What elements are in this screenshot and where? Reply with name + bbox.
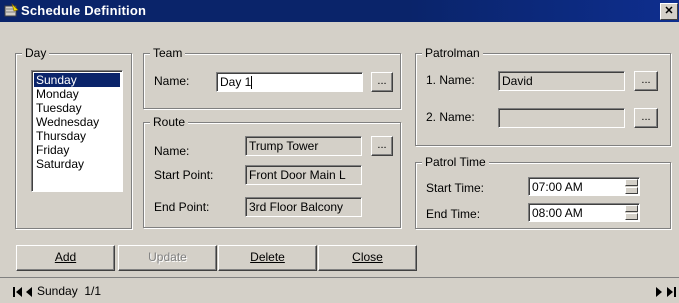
patrolman1-browse-button[interactable]: ... — [634, 71, 658, 91]
day-listbox[interactable]: Sunday Monday Tuesday Wednesday Thursday Frid… — [31, 70, 123, 192]
update-label: Update — [148, 250, 187, 264]
day-legend: Day — [22, 46, 50, 60]
end-time-input[interactable]: 08:00 AM — [528, 203, 640, 222]
close-window-button[interactable]: ✕ — [660, 3, 678, 20]
app-icon — [4, 3, 19, 17]
patrolman-legend: Patrolman — [422, 46, 483, 60]
team-name-input[interactable]: Day 1 — [216, 72, 363, 92]
day-list-item[interactable]: Tuesday — [34, 101, 120, 115]
title-bar: Schedule Definition ✕ — [0, 0, 679, 22]
day-list-item[interactable]: Sunday — [34, 73, 120, 87]
team-legend: Team — [150, 46, 186, 60]
delete-label: Delete — [250, 250, 285, 264]
spin-up-icon[interactable] — [625, 179, 638, 186]
patrolman2-label: 2. Name: — [426, 110, 475, 124]
day-list-item[interactable]: Monday — [34, 87, 120, 101]
route-name-label: Name: — [154, 144, 190, 158]
start-point-label: Start Point: — [154, 168, 214, 182]
day-list-item[interactable]: Friday — [34, 143, 120, 157]
day-group: Day Sunday Monday Tuesday Wednesday Thursday… — [15, 46, 132, 229]
route-name-field: Trump Tower — [245, 136, 362, 156]
close-button[interactable]: Close — [318, 245, 417, 271]
end-time-value: 08:00 AM — [532, 206, 583, 220]
patrolman2-browse-button[interactable]: ... — [634, 108, 658, 128]
day-list-item[interactable]: Wednesday — [34, 115, 120, 129]
team-group: Team Name: Day 1 ... — [143, 46, 401, 109]
start-time-value: 07:00 AM — [532, 180, 583, 194]
spin-up-icon[interactable] — [625, 205, 638, 212]
text-cursor — [251, 76, 253, 90]
next-record-icon[interactable] — [654, 286, 664, 298]
team-name-value: Day 1 — [220, 75, 252, 89]
first-record-icon[interactable] — [13, 286, 23, 298]
route-group: Route Name: Trump Tower ... Start Point:… — [143, 115, 401, 228]
end-point-label: End Point: — [154, 200, 210, 214]
route-browse-button[interactable]: ... — [371, 136, 393, 156]
end-time-spinner[interactable] — [624, 205, 638, 220]
patrolman1-label: 1. Name: — [426, 73, 475, 87]
record-position: Sunday 1/1 — [37, 284, 102, 298]
day-list-item[interactable]: Saturday — [34, 157, 120, 171]
team-name-label: Name: — [154, 74, 190, 88]
start-point-field: Front Door Main L — [245, 165, 362, 185]
window-title: Schedule Definition — [21, 3, 147, 18]
team-browse-button[interactable]: ... — [371, 72, 393, 92]
day-list-item[interactable]: Thursday — [34, 129, 120, 143]
spin-down-icon[interactable] — [625, 187, 638, 194]
prev-record-icon[interactable] — [25, 286, 35, 298]
delete-button[interactable]: Delete — [218, 245, 317, 271]
close-label: Close — [352, 250, 383, 264]
update-button[interactable]: Update — [118, 245, 217, 271]
record-navigator: Sunday 1/1 — [0, 277, 679, 303]
end-point-field: 3rd Floor Balcony — [245, 197, 362, 217]
patrol-time-legend: Patrol Time — [422, 155, 489, 169]
route-legend: Route — [150, 115, 189, 129]
start-time-spinner[interactable] — [624, 179, 638, 194]
patrolman1-field: David — [498, 71, 625, 91]
add-label: Add — [54, 250, 77, 264]
last-record-icon[interactable] — [666, 286, 676, 298]
patrolman2-field — [498, 108, 625, 128]
spin-down-icon[interactable] — [625, 213, 638, 220]
add-button[interactable]: Add — [16, 245, 115, 271]
end-time-label: End Time: — [426, 207, 481, 221]
patrol-time-group: Patrol Time Start Time: 07:00 AM End Tim… — [415, 155, 671, 229]
start-time-input[interactable]: 07:00 AM — [528, 177, 640, 196]
patrolman-group: Patrolman 1. Name: David ... 2. Name: ..… — [415, 46, 671, 146]
start-time-label: Start Time: — [426, 181, 485, 195]
